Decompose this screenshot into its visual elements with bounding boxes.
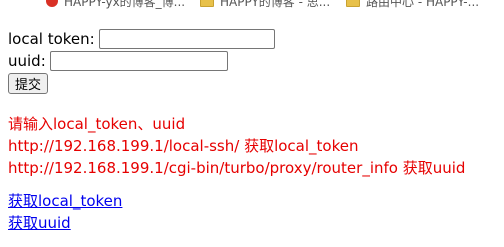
get-local-token-link[interactable]: 获取local_token <box>8 190 122 212</box>
instruction-line: http://192.168.199.1/local-ssh/ 获取local_… <box>8 137 359 155</box>
browser-tab-strip: HAPPY-yx的博客_博... HAPPY的博客 - 思... 路由中心 - … <box>0 0 504 16</box>
instruction-line: http://192.168.199.1/cgi-bin/turbo/proxy… <box>8 159 466 177</box>
instruction-line: 请输入local_token、uuid <box>8 115 186 133</box>
folder-icon <box>346 0 360 7</box>
browser-tab-2[interactable]: HAPPY的博客 - 思... <box>200 0 350 9</box>
folder-icon <box>200 0 214 7</box>
red-circle-icon <box>46 0 58 7</box>
browser-tab-label: HAPPY-yx的博客_博... <box>64 0 186 9</box>
get-uuid-link[interactable]: 获取uuid <box>8 212 122 234</box>
local-token-label: local token: <box>8 30 95 48</box>
helper-links: 获取local_token 获取uuid <box>8 190 122 234</box>
instructions: 请输入local_token、uuid http://192.168.199.1… <box>8 113 465 179</box>
token-form: local token: uuid: 提交 <box>8 28 275 94</box>
uuid-input[interactable] <box>49 51 228 71</box>
submit-button[interactable]: 提交 <box>8 73 49 94</box>
browser-tab-label: HAPPY的博客 - 思... <box>220 0 331 9</box>
browser-tab-3[interactable]: 路由中心 - HAPPY-... <box>346 0 504 9</box>
browser-tab-1[interactable]: HAPPY-yx的博客_博... <box>46 0 196 9</box>
uuid-label: uuid: <box>8 52 46 70</box>
local-token-row: local token: <box>8 28 275 50</box>
uuid-row: uuid: <box>8 50 275 72</box>
browser-tab-label: 路由中心 - HAPPY-... <box>366 0 480 9</box>
local-token-input[interactable] <box>98 29 275 49</box>
